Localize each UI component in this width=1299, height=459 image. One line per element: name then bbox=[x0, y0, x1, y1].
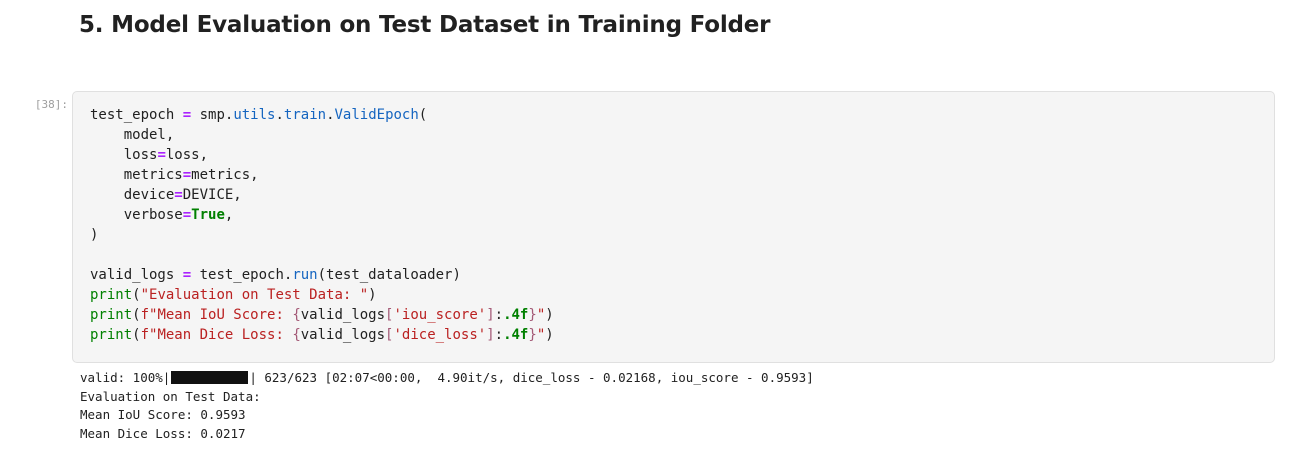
code-line: model, bbox=[90, 125, 554, 145]
code-token: " bbox=[536, 307, 546, 323]
code-token: ( bbox=[132, 327, 141, 343]
code-token: DEVICE, bbox=[182, 187, 242, 203]
code-token: = bbox=[182, 167, 192, 183]
code-token: (test_dataloader) bbox=[317, 267, 461, 283]
code-token: 'iou_score' bbox=[393, 307, 487, 323]
code-token: True bbox=[191, 207, 225, 223]
code-token: loss bbox=[90, 147, 158, 163]
code-token: train bbox=[283, 107, 327, 123]
code-token: device bbox=[90, 187, 175, 203]
code-token: ( bbox=[132, 287, 141, 303]
code-line: test_epoch = smp.utils.train.ValidEpoch( bbox=[90, 105, 554, 125]
code-line: print("Evaluation on Test Data: ") bbox=[90, 285, 554, 305]
code-token: smp. bbox=[191, 107, 234, 123]
code-token: metrics bbox=[90, 167, 183, 183]
progress-bar bbox=[171, 371, 249, 384]
code-token: metrics, bbox=[191, 167, 259, 183]
code-token: print bbox=[90, 287, 133, 303]
code-token: . bbox=[275, 107, 284, 123]
code-token: valid_logs bbox=[300, 307, 386, 323]
progress-suffix: | 623/623 [02:07<00:00, 4.90it/s, dice_l… bbox=[249, 370, 814, 385]
output-iou-line: Mean IoU Score: 0.9593 bbox=[80, 407, 246, 422]
code-line: print(f"Mean IoU Score: {valid_logs['iou… bbox=[90, 305, 554, 325]
code-token: test_epoch bbox=[90, 107, 183, 123]
code-token: ) bbox=[90, 227, 99, 243]
progress-line: valid: 100%| | 623/623 [02:07<00:00, 4.90… bbox=[80, 370, 814, 385]
code-line: print(f"Mean Dice Loss: {valid_logs['dic… bbox=[90, 325, 554, 345]
code-token: valid_logs bbox=[90, 267, 183, 283]
code-token: test_epoch. bbox=[191, 267, 293, 283]
code-token: . bbox=[326, 107, 335, 123]
code-token: = bbox=[157, 147, 166, 163]
code-token: { bbox=[292, 327, 301, 343]
code-token: verbose bbox=[90, 207, 183, 223]
code-token: ( bbox=[418, 107, 428, 123]
output-dice-line: Mean Dice Loss: 0.0217 bbox=[80, 425, 246, 441]
code-line: device=DEVICE, bbox=[90, 185, 554, 205]
code-token: f"Mean Dice Loss: bbox=[140, 327, 293, 343]
code-token: : bbox=[494, 327, 504, 343]
code-editor[interactable]: test_epoch = smp.utils.train.ValidEpoch(… bbox=[90, 105, 554, 345]
code-token: = bbox=[182, 207, 192, 223]
code-cell-input[interactable]: test_epoch = smp.utils.train.ValidEpoch(… bbox=[72, 91, 1275, 363]
code-token: print bbox=[90, 307, 133, 323]
section-heading: 5. Model Evaluation on Test Dataset in T… bbox=[79, 12, 771, 38]
code-token: f"Mean IoU Score: bbox=[140, 307, 293, 323]
cell-output: valid: 100%| | 623/623 [02:07<00:00, 4.90… bbox=[80, 369, 814, 443]
code-token: { bbox=[292, 307, 301, 323]
code-token: ) bbox=[545, 327, 554, 343]
code-line: ) bbox=[90, 225, 554, 245]
code-token: : bbox=[494, 307, 504, 323]
code-token: " bbox=[536, 327, 546, 343]
code-token: ] bbox=[486, 327, 495, 343]
code-token: utils bbox=[233, 107, 276, 123]
code-token: , bbox=[224, 207, 234, 223]
code-token: run bbox=[292, 267, 318, 283]
code-token: "Evaluation on Test Data: " bbox=[140, 287, 369, 303]
code-line: verbose=True, bbox=[90, 205, 554, 225]
code-token: valid_logs bbox=[300, 327, 386, 343]
code-line: valid_logs = test_epoch.run(test_dataloa… bbox=[90, 265, 554, 285]
code-token: } bbox=[528, 307, 537, 323]
code-line: loss=loss, bbox=[90, 145, 554, 165]
code-token: = bbox=[182, 267, 192, 283]
code-token: ( bbox=[132, 307, 141, 323]
code-token: } bbox=[528, 327, 537, 343]
execution-count: [38]: bbox=[34, 98, 68, 111]
code-line: metrics=metrics, bbox=[90, 165, 554, 185]
progress-prefix: valid: 100%| bbox=[80, 370, 171, 385]
code-token: ValidEpoch bbox=[334, 107, 419, 123]
code-token: 'dice_loss' bbox=[393, 327, 487, 343]
code-token: = bbox=[182, 107, 192, 123]
code-token: = bbox=[174, 187, 183, 203]
code-token: model, bbox=[90, 127, 175, 143]
code-token: loss, bbox=[165, 147, 209, 163]
code-token: .4f bbox=[503, 327, 529, 343]
output-line: Evaluation on Test Data: bbox=[80, 388, 261, 404]
code-token: print bbox=[90, 327, 133, 343]
code-token: ) bbox=[545, 307, 554, 323]
code-token: ] bbox=[486, 307, 495, 323]
code-token: ) bbox=[368, 287, 377, 303]
code-token: .4f bbox=[503, 307, 529, 323]
